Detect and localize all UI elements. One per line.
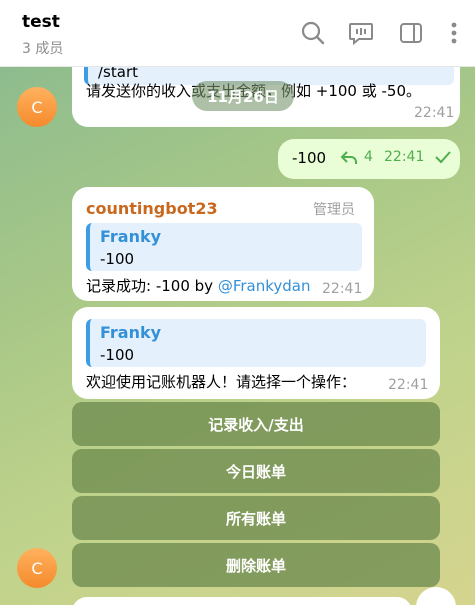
- avatar[interactable]: C: [17, 548, 57, 588]
- message-text: 欢迎使用记账机器人！请选择一个操作：: [86, 373, 357, 391]
- message-time: 22:41: [414, 105, 455, 121]
- more-vertical-icon[interactable]: [443, 20, 465, 46]
- read-check-icon: [434, 150, 452, 168]
- sidebar-icon[interactable]: [398, 20, 424, 46]
- message-bubble[interactable]: Franky -100 欢迎使用记账机器人！请选择一个操作： 22:41: [72, 307, 440, 399]
- quote-text: -100: [100, 250, 135, 268]
- message-text: -100: [292, 149, 327, 167]
- quote-name: Franky: [100, 227, 162, 246]
- reply-arrow-icon: [340, 150, 358, 170]
- message-text: 记录成功: -100 by @Frankydan: [86, 275, 310, 296]
- message-time: 22:41: [384, 149, 425, 165]
- message-bubble[interactable]: [72, 597, 412, 605]
- sender-name[interactable]: countingbot23: [86, 199, 218, 218]
- user-mention-link[interactable]: @Frankydan: [218, 277, 311, 295]
- chat-title[interactable]: test: [22, 12, 60, 32]
- admin-badge: 管理员: [313, 202, 355, 218]
- date-pill: 11月26日: [192, 81, 294, 111]
- chat-area[interactable]: /start 请发送你的收入或支出金额，例如 +100 或 -50。 22:41…: [0, 67, 475, 605]
- keyboard-button-today[interactable]: 今日账单: [72, 449, 440, 493]
- voice-chat-icon[interactable]: [348, 20, 374, 46]
- keyboard-button-all[interactable]: 所有账单: [72, 496, 440, 540]
- scroll-down-button[interactable]: [416, 587, 456, 605]
- message-body: 记录成功: -100 by: [86, 277, 214, 295]
- keyboard-button-record[interactable]: 记录收入/支出: [72, 402, 440, 446]
- message-bubble[interactable]: countingbot23 管理员 Franky -100 记录成功: -100…: [72, 187, 374, 301]
- message-time: 22:41: [322, 281, 363, 297]
- chat-header: test 3 成员: [0, 0, 475, 67]
- reply-quote[interactable]: Franky -100: [86, 223, 362, 271]
- member-count: 3 成员: [22, 41, 64, 57]
- avatar[interactable]: C: [17, 87, 57, 127]
- keyboard-button-delete[interactable]: 删除账单: [72, 543, 440, 587]
- search-icon[interactable]: [300, 20, 326, 46]
- message-time: 22:41: [388, 377, 429, 393]
- reply-count: 4: [364, 149, 373, 165]
- quote-text: -100: [100, 346, 135, 364]
- reply-quote[interactable]: Franky -100: [86, 319, 426, 367]
- quote-text: /start: [98, 67, 138, 81]
- quote-name: Franky: [100, 323, 162, 342]
- outgoing-message-bubble[interactable]: -100 4 22:41: [278, 139, 460, 179]
